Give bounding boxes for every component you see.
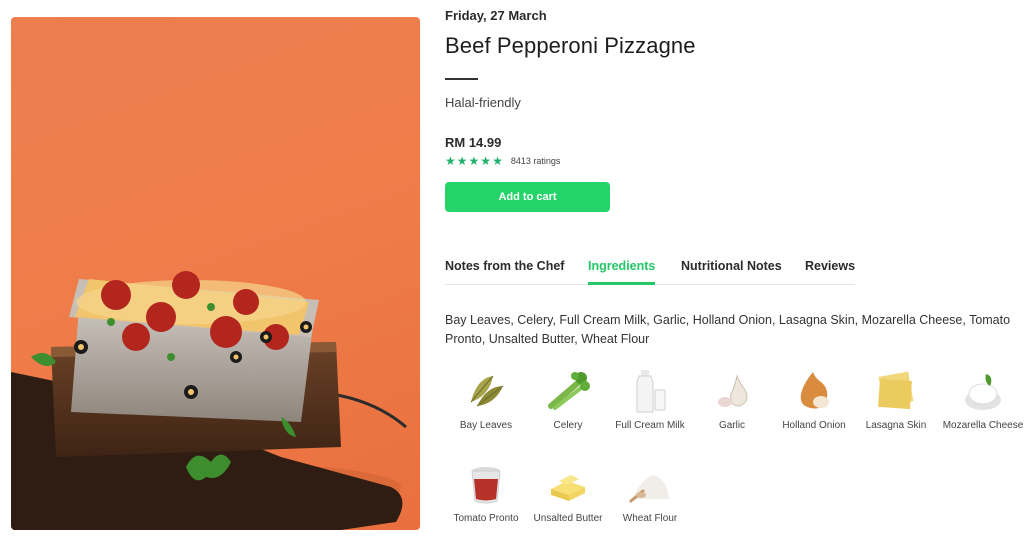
ingredient-label: Unsalted Butter bbox=[533, 513, 603, 524]
onion-icon bbox=[800, 372, 829, 409]
pizzagne-illustration bbox=[11, 271, 407, 530]
ingredients-list-text: Bay Leaves, Celery, Full Cream Milk, Gar… bbox=[445, 313, 1011, 346]
star-rating: ★ ★ ★ ★ ★ bbox=[445, 155, 503, 167]
flour-icon bbox=[629, 475, 669, 503]
ingredient-label: Garlic bbox=[718, 420, 746, 431]
ingredient-label: Bay Leaves bbox=[459, 420, 513, 431]
ingredient-label: Mozarella Cheese bbox=[942, 420, 1024, 431]
ingredient-item: Full Cream Milk bbox=[609, 368, 691, 431]
butter-icon bbox=[551, 475, 585, 501]
ingredient-label: Wheat Flour bbox=[622, 513, 678, 524]
tomato-sauce-icon bbox=[471, 467, 501, 504]
ingredient-item: Bay Leaves bbox=[445, 368, 527, 431]
product-price: RM 14.99 bbox=[445, 135, 502, 150]
product-info: Friday, 27 March Beef Pepperoni Pizzagne… bbox=[445, 0, 1023, 550]
star-icon: ★ bbox=[468, 154, 480, 168]
ingredient-item: Lasagna Skin bbox=[855, 368, 937, 431]
milk-icon bbox=[636, 370, 666, 413]
product-subtitle: Halal-friendly bbox=[445, 95, 521, 110]
garlic-icon bbox=[718, 374, 748, 407]
add-to-cart-button[interactable]: Add to cart bbox=[445, 182, 610, 212]
active-tab-indicator bbox=[588, 282, 655, 285]
ingredient-item: Garlic bbox=[691, 368, 773, 431]
rating-count: 8413 ratings bbox=[510, 156, 561, 166]
ingredient-item: Tomato Pronto bbox=[445, 461, 527, 524]
mozarella-icon bbox=[965, 374, 1001, 410]
star-icon: ★ bbox=[480, 154, 492, 168]
product-title: Beef Pepperoni Pizzagne bbox=[445, 33, 696, 58]
product-photo bbox=[11, 17, 420, 530]
tab-notes-from-chef[interactable]: Notes from the Chef bbox=[445, 259, 564, 273]
ingredient-item: Unsalted Butter bbox=[527, 461, 609, 524]
star-icon: ★ bbox=[492, 154, 503, 168]
bay-leaves-icon bbox=[470, 375, 504, 407]
delivery-date: Friday, 27 March bbox=[445, 8, 547, 23]
ingredient-label: Celery bbox=[553, 420, 583, 431]
rating: ★ ★ ★ ★ ★ 8413 ratings bbox=[445, 155, 560, 167]
ingredient-label: Lasagna Skin bbox=[865, 420, 927, 431]
star-icon: ★ bbox=[445, 154, 456, 168]
title-divider bbox=[445, 78, 478, 80]
ingredient-label: Full Cream Milk bbox=[615, 420, 685, 431]
tab-nutritional-notes[interactable]: Nutritional Notes bbox=[681, 259, 782, 273]
tab-ingredients[interactable]: Ingredients bbox=[588, 259, 655, 273]
product-tabs: Notes from the Chef Ingredients Nutritio… bbox=[445, 259, 855, 285]
star-icon: ★ bbox=[456, 154, 468, 168]
lasagna-skin-icon bbox=[878, 371, 914, 410]
ingredient-item: Wheat Flour bbox=[609, 461, 691, 524]
celery-icon bbox=[548, 372, 590, 410]
ingredient-item: Celery bbox=[527, 368, 609, 431]
ingredient-label: Tomato Pronto bbox=[453, 513, 519, 524]
ingredient-label: Holland Onion bbox=[782, 420, 846, 431]
tab-reviews[interactable]: Reviews bbox=[805, 259, 855, 273]
ingredient-item: Holland Onion bbox=[773, 368, 855, 431]
ingredient-item: Mozarella Cheese bbox=[942, 368, 1024, 431]
